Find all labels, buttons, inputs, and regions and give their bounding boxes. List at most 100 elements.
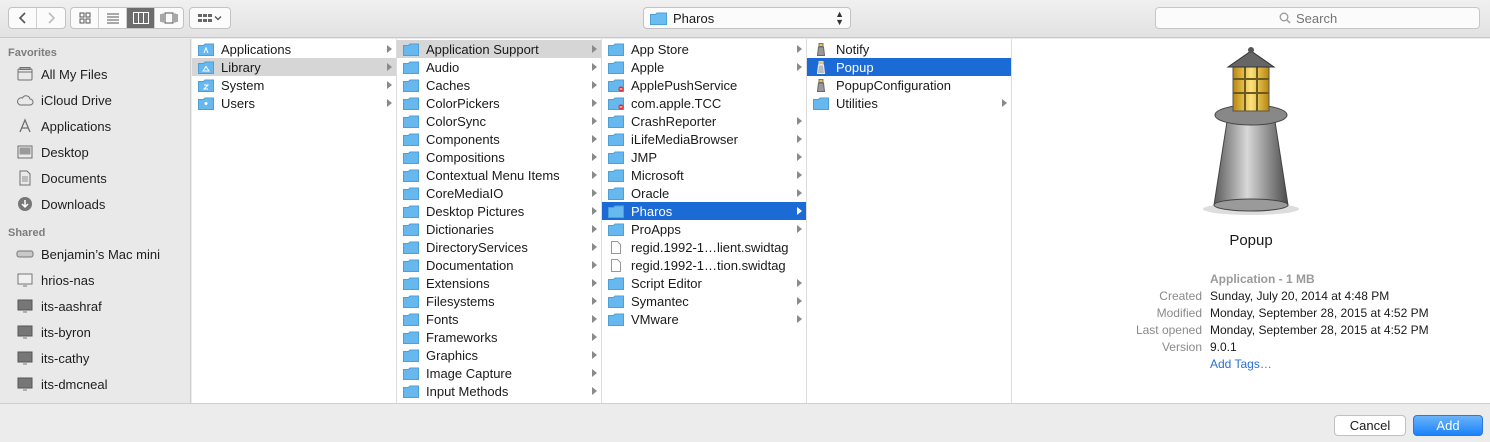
list-item[interactable]: Compositions — [397, 148, 601, 166]
version-value: 9.0.1 — [1210, 340, 1237, 354]
list-item[interactable]: Frameworks — [397, 328, 601, 346]
list-item[interactable]: regid.1992-1…lient.swidtag — [602, 238, 806, 256]
path-popup[interactable]: Pharos ▲ ▼ — [643, 7, 851, 29]
sidebar-item-its-aashraf[interactable]: its-aashraf — [0, 293, 190, 319]
list-item[interactable]: Microsoft — [602, 166, 806, 184]
sidebar-item-its-cathy[interactable]: its-cathy — [0, 345, 190, 371]
cover-flow-button[interactable] — [155, 8, 183, 28]
list-item-system[interactable]: System — [192, 76, 396, 94]
list-item-users[interactable]: Users — [192, 94, 396, 112]
folder-icon — [403, 241, 419, 254]
disclosure-arrow-icon — [592, 189, 597, 197]
list-item[interactable]: Caches — [397, 76, 601, 94]
folder-icon — [608, 223, 624, 236]
list-item[interactable]: ApplePushService — [602, 76, 806, 94]
list-item-label: PopupConfiguration — [836, 77, 951, 93]
list-item-notify[interactable]: Notify — [807, 40, 1011, 58]
list-item[interactable]: Apple — [602, 58, 806, 76]
list-item-label: regid.1992-1…tion.swidtag — [631, 257, 786, 273]
back-button[interactable] — [9, 8, 37, 28]
list-item-popupconfiguration[interactable]: PopupConfiguration — [807, 76, 1011, 94]
list-item[interactable]: Graphics — [397, 346, 601, 364]
list-item[interactable]: Dictionaries — [397, 220, 601, 238]
chevron-left-icon — [18, 12, 26, 24]
search-input[interactable] — [1296, 10, 1356, 26]
version-label: Version — [1161, 340, 1202, 354]
list-item[interactable]: Audio — [397, 58, 601, 76]
sidebar-item-applications[interactable]: Applications — [0, 113, 190, 139]
list-item[interactable]: VMware — [602, 310, 806, 328]
cancel-button[interactable]: Cancel — [1334, 415, 1406, 436]
list-item-label: Compositions — [426, 149, 505, 165]
last-opened-value: Monday, September 28, 2015 at 4:52 PM — [1210, 323, 1429, 337]
add-tags-link[interactable]: Add Tags… — [1210, 357, 1272, 371]
sidebar-item-label: Applications — [41, 118, 112, 134]
list-item[interactable]: Symantec — [602, 292, 806, 310]
sidebar-item-label: Downloads — [41, 196, 106, 212]
disclosure-arrow-icon — [592, 243, 597, 251]
list-item[interactable]: Pharos — [602, 202, 806, 220]
list-item[interactable]: ProApps — [602, 220, 806, 238]
list-view-button[interactable] — [99, 8, 127, 28]
preview-last-opened-row: Last opened Monday, September 28, 2015 a… — [1012, 323, 1490, 340]
list-item-label: ProApps — [631, 221, 681, 237]
list-item[interactable]: Input Methods — [397, 382, 601, 400]
search-field[interactable] — [1155, 7, 1480, 29]
list-item-popup[interactable]: Popup — [807, 58, 1011, 76]
list-item-library[interactable]: Library — [192, 58, 396, 76]
list-item[interactable]: Extensions — [397, 274, 601, 292]
list-item[interactable]: Script Editor — [602, 274, 806, 292]
add-button[interactable]: Add — [1413, 415, 1483, 436]
sidebar-item-its-dmcneal[interactable]: its-dmcneal — [0, 371, 190, 397]
list-item-label: Documentation — [426, 257, 514, 273]
chevron-right-icon — [48, 12, 56, 24]
sidebar-item-desktop[interactable]: Desktop — [0, 139, 190, 165]
sidebar-item-downloads[interactable]: Downloads — [0, 191, 190, 217]
list-item-applications[interactable]: Applications — [192, 40, 396, 58]
list-item[interactable]: DirectoryServices — [397, 238, 601, 256]
list-item[interactable]: Desktop Pictures — [397, 202, 601, 220]
list-item[interactable]: App Store — [602, 40, 806, 58]
column-view-button[interactable] — [127, 8, 155, 28]
list-item-label: Microsoft — [631, 167, 684, 183]
list-item[interactable]: CoreMediaIO — [397, 184, 601, 202]
preview-kind: Application - 1 MB — [1210, 272, 1315, 286]
sidebar-item-hrios-nas[interactable]: hrios-nas — [0, 267, 190, 293]
list-item[interactable]: Fonts — [397, 310, 601, 328]
list-item[interactable]: Oracle — [602, 184, 806, 202]
list-item[interactable]: Contextual Menu Items — [397, 166, 601, 184]
list-item[interactable]: ColorPickers — [397, 94, 601, 112]
folder-icon — [608, 169, 624, 182]
list-item[interactable]: iLifeMediaBrowser — [602, 130, 806, 148]
list-item[interactable]: regid.1992-1…tion.swidtag — [602, 256, 806, 274]
list-item[interactable]: Documentation — [397, 256, 601, 274]
list-item[interactable]: ColorSync — [397, 112, 601, 130]
list-item[interactable]: com.apple.TCC — [602, 94, 806, 112]
list-item-utilities[interactable]: Utilities — [807, 94, 1011, 112]
list-item[interactable]: Image Capture — [397, 364, 601, 382]
sidebar-item-benjamins-mac-mini[interactable]: Benjamin’s Mac mini — [0, 241, 190, 267]
list-item[interactable]: Components — [397, 130, 601, 148]
sidebar-item-all-my-files[interactable]: All My Files — [0, 61, 190, 87]
list-item[interactable]: Filesystems — [397, 292, 601, 310]
list-item[interactable]: CrashReporter — [602, 112, 806, 130]
cloud-icon — [16, 92, 34, 108]
list-item[interactable]: Application Support — [397, 40, 601, 58]
arrange-menu[interactable] — [189, 7, 231, 29]
list-item[interactable]: JMP — [602, 148, 806, 166]
updown-chevron-icon: ▲ ▼ — [835, 9, 844, 27]
sidebar-item-its-byron[interactable]: its-byron — [0, 319, 190, 345]
disclosure-arrow-icon — [592, 207, 597, 215]
arrange-button[interactable] — [190, 8, 230, 28]
monitor-icon — [16, 376, 34, 392]
sidebar-item-documents[interactable]: Documents — [0, 165, 190, 191]
sidebar-item-icloud-drive[interactable]: iCloud Drive — [0, 87, 190, 113]
icon-view-button[interactable] — [71, 8, 99, 28]
restricted-folder-icon — [608, 79, 624, 92]
disclosure-arrow-icon — [592, 279, 597, 287]
disclosure-arrow-icon — [797, 189, 802, 197]
disclosure-arrow-icon — [797, 45, 802, 53]
disclosure-arrow-icon — [387, 45, 392, 53]
list-item-label: Applications — [221, 41, 292, 57]
forward-button[interactable] — [37, 8, 65, 28]
